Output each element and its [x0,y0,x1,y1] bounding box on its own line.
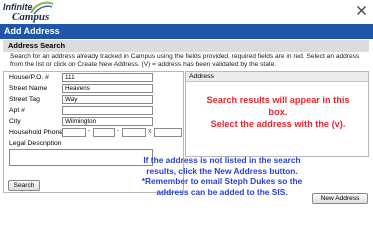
apt-label: Apt # [9,107,25,114]
phone-ext-label: x [148,128,152,135]
phone-separator: - [88,128,91,135]
household-phone-label: Household Phone [9,129,64,136]
city-input[interactable]: Wilmington [62,117,153,126]
results-overlay-line: box. [268,107,288,117]
house-number-label: House/P.O. # [9,74,49,81]
infinite-campus-logo: Infinite Campus [3,1,59,24]
legal-description-label: Legal Description [9,140,62,147]
note-line: If the address is not listed in the sear… [143,155,301,165]
search-button[interactable]: Search [8,180,40,191]
results-overlay-line: Search results will appear in this [206,95,350,105]
city-label: City [9,118,21,125]
app-header: Infinite Campus [0,0,373,24]
street-tag-label: Street Tag [9,96,40,103]
dialog-title: Add Address [0,24,373,39]
street-name-input[interactable]: Heavens [62,84,153,93]
phone-line-input[interactable] [122,128,146,137]
street-tag-input[interactable]: Way [62,95,153,104]
search-instructions: Search for an address already tracked in… [10,53,360,69]
house-number-input[interactable]: 111 [62,73,153,82]
new-address-button[interactable]: New Address [312,193,368,204]
phone-ext-input[interactable] [154,128,182,137]
phone-prefix-input[interactable] [93,128,115,137]
note-line: address can be added to the SIS. [156,186,288,197]
section-title: Address Search [3,40,369,52]
street-name-label: Street Name [9,85,48,92]
phone-separator: - [117,128,120,135]
note-line: results, click the New Address button. [146,165,298,176]
close-icon[interactable] [356,5,367,16]
address-results-header: Address [186,72,368,82]
phone-area-input[interactable] [62,128,86,137]
address-results-panel: Address Search results will appear in th… [185,71,369,157]
add-address-window: Infinite Campus Add Address Address Sear… [0,0,373,206]
results-overlay-line: Select the address with the (v). [210,119,346,129]
note-line: *Remember to email Steph Dukes so the [141,176,303,187]
logo-text-campus: Campus [12,11,50,23]
new-address-instruction-note: If the address is not listed in the sear… [119,155,325,197]
results-overlay-note: Search results will appear in this box. … [188,94,368,130]
apt-input[interactable] [62,106,153,115]
